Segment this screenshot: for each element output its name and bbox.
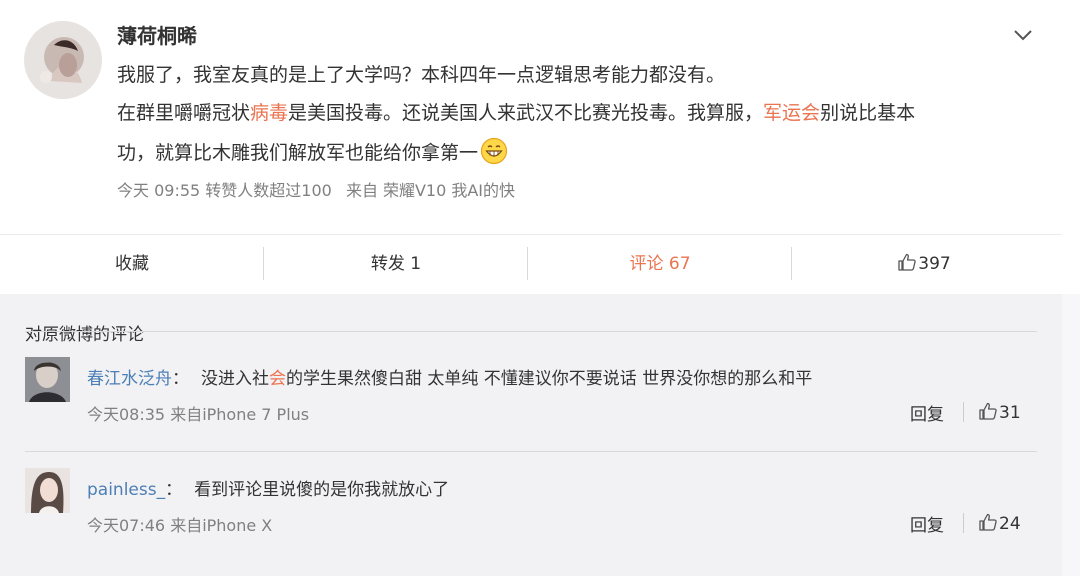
divider [963, 513, 964, 533]
comments-title: 对原微博的评论 [25, 325, 144, 345]
author-name[interactable]: 薄荷桐晞 [117, 20, 197, 49]
post-text-line-3: 功，就算比木雕我们解放军也能给你拿第一 [117, 137, 508, 167]
like-button[interactable]: 397 [792, 235, 1056, 294]
repost-button[interactable]: 转发 1 [264, 235, 528, 294]
commenter-avatar[interactable] [25, 468, 70, 513]
weibo-post: 薄荷桐晞 我服了，我室友真的是上了大学吗？本科四年一点逻辑思考能力都没有。 在群… [0, 0, 1062, 234]
comment-timestamp: 今天07:46 来自iPhone X [87, 516, 273, 535]
comments-section: 对原微博的评论 春江水泛舟： 没进入社会的学生果然傻白甜 太单纯 不懂建议你不要说… [0, 294, 1062, 576]
chevron-down-icon[interactable] [1012, 24, 1034, 46]
thumbs-up-icon [978, 401, 998, 421]
post-meta: 今天 09:55 转赞人数超过100 来自 荣耀V10 我AI的快 [117, 177, 515, 201]
colon: ： [165, 480, 183, 500]
like-count: 397 [918, 254, 951, 274]
post-text-segment: 功，就算比木雕我们解放军也能给你拿第一 [117, 142, 479, 164]
post-text-segment: 在群里嚼嚼冠状 [117, 102, 251, 124]
keyword-link-virus[interactable]: 病毒 [250, 102, 288, 124]
post-action-bar: 收藏 转发 1 评论 67 397 [0, 234, 1062, 294]
comment-like-button[interactable]: 31 [978, 401, 1021, 423]
commenter-name[interactable]: painless_ [87, 480, 165, 500]
colon: ： [172, 369, 189, 389]
post-repost-info: 转赞人数超过100 [205, 181, 332, 200]
comment-text-segment: 看到评论里说傻的是你我就放心了 [194, 480, 450, 500]
comment-button[interactable]: 评论 67 [528, 235, 792, 294]
comment-timestamp: 今天08:35 来自iPhone 7 Plus [87, 405, 310, 424]
post-device[interactable]: 荣耀V10 我AI的快 [383, 181, 515, 200]
comment-text-segment: 没进入社 [201, 369, 269, 389]
post-timestamp[interactable]: 今天 09:55 [117, 181, 200, 200]
page-gutter [1062, 294, 1080, 576]
comment-like-button[interactable]: 24 [978, 512, 1021, 534]
reply-button[interactable]: 回复 [910, 511, 944, 536]
author-avatar[interactable] [24, 21, 102, 99]
reply-button[interactable]: 回复 [910, 400, 944, 425]
grin-emoji-icon [480, 137, 508, 165]
divider [963, 402, 964, 422]
keyword-link-society[interactable]: 会 [269, 369, 286, 389]
post-text-segment: 是美国投毒。还说美国人来武汉不比赛光投毒。我算服， [288, 102, 764, 124]
post-from-label: 来自 [345, 181, 378, 200]
post-text-line-2: 在群里嚼嚼冠状病毒是美国投毒。还说美国人来武汉不比赛光投毒。我算服，军运会别说比… [117, 99, 915, 127]
commenter-avatar[interactable] [25, 357, 70, 402]
thumbs-up-icon [897, 238, 917, 271]
divider [25, 451, 1037, 452]
comment-text-segment: 的学生果然傻白甜 太单纯 不懂建议你不要说话 世界没你想的那么和平 [286, 369, 813, 389]
favorite-button[interactable]: 收藏 [0, 235, 264, 294]
comment-text: painless_： 看到评论里说傻的是你我就放心了 [87, 475, 449, 500]
comment-text: 春江水泛舟： 没进入社会的学生果然傻白甜 太单纯 不懂建议你不要说话 世界没你想的… [87, 364, 812, 389]
thumbs-up-icon [978, 512, 998, 532]
divider [25, 331, 1037, 332]
post-text-segment: 别说比基本 [820, 102, 916, 124]
keyword-link-military-games[interactable]: 军运会 [763, 102, 820, 124]
comment-like-count: 31 [999, 403, 1021, 423]
comment-like-count: 24 [999, 514, 1021, 534]
commenter-name[interactable]: 春江水泛舟 [87, 369, 172, 389]
post-text-line-1: 我服了，我室友真的是上了大学吗？本科四年一点逻辑思考能力都没有。 [117, 64, 726, 86]
